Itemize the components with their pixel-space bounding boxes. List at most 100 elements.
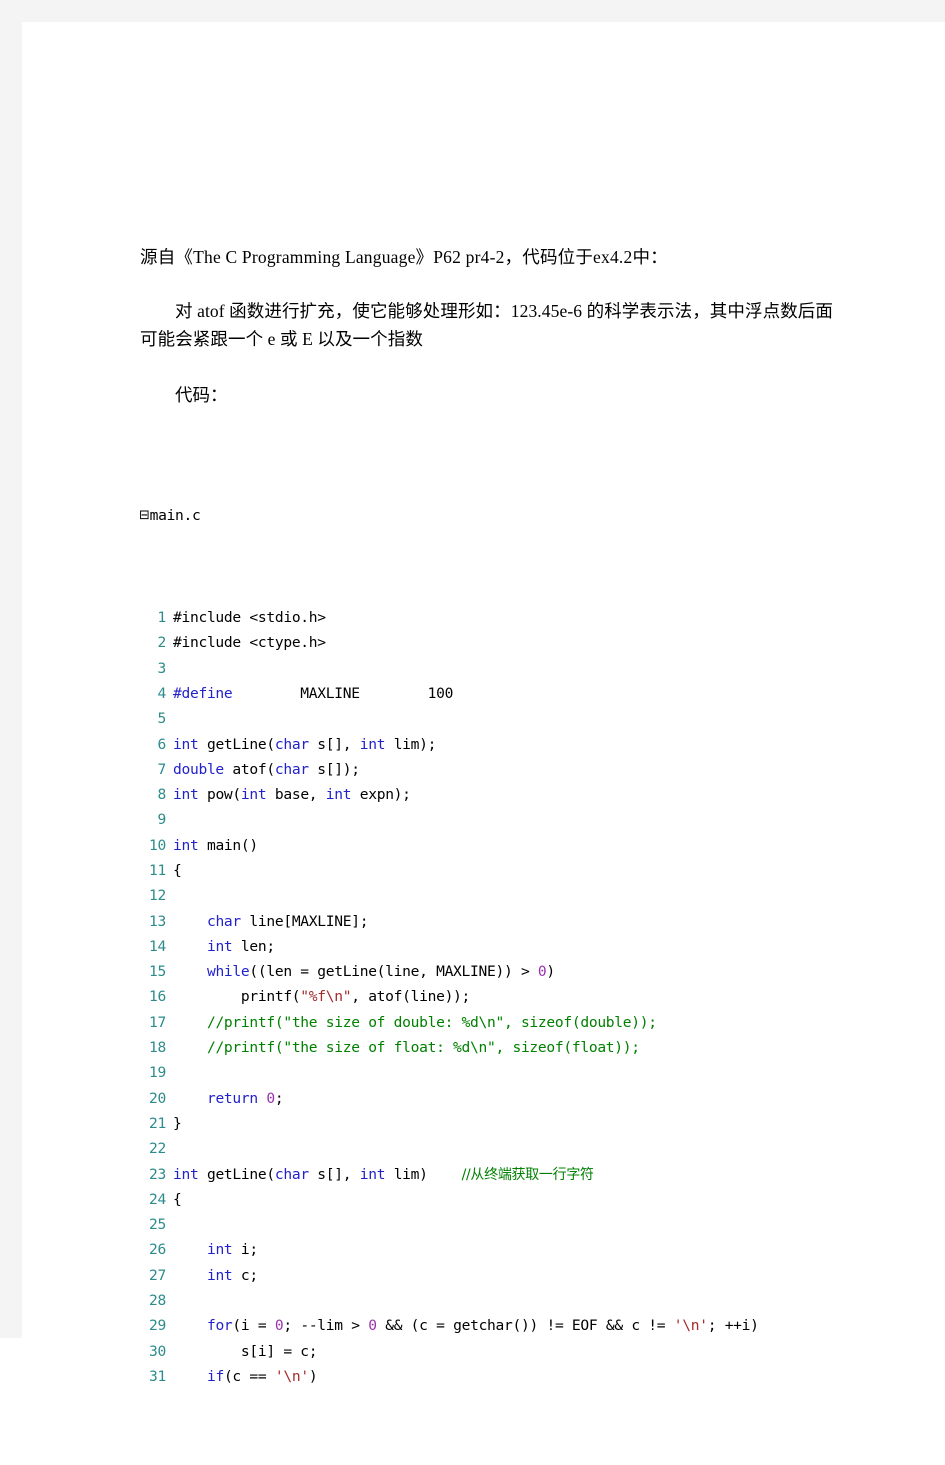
code-token-kw: int bbox=[173, 1165, 199, 1183]
code-token-plain: { bbox=[173, 861, 182, 879]
code-line-text: printf("%f\n", atof(line)); bbox=[173, 988, 470, 1005]
code-line-number: 16 bbox=[149, 988, 166, 1006]
code-line-number: 21 bbox=[149, 1114, 166, 1132]
code-line-number: 18 bbox=[149, 1039, 166, 1057]
problem-statement-paragraph: 对 atof 函数进行扩充，使它能够处理形如：123.45e-6 的科学表示法，… bbox=[140, 301, 833, 350]
code-token-kw: int bbox=[240, 786, 267, 804]
code-line-text: int len; bbox=[173, 938, 275, 955]
code-token-plain: expn); bbox=[351, 786, 411, 804]
code-token-str: "%f\n" bbox=[300, 988, 352, 1006]
code-line-text: return 0; bbox=[173, 1089, 284, 1107]
code-line-text: double atof(char s[]); bbox=[173, 761, 360, 778]
code-token-kw: while bbox=[206, 963, 250, 981]
code-token-plain: #include bbox=[173, 634, 250, 652]
code-line-number: 29 bbox=[149, 1317, 166, 1335]
code-line-number: 14 bbox=[149, 937, 166, 955]
code-token-plain: lim); bbox=[385, 735, 437, 753]
code-token-plain: c; bbox=[232, 1266, 258, 1284]
code-token-plain: <ctype.h> bbox=[249, 634, 326, 652]
code-line-number: 23 bbox=[149, 1165, 166, 1183]
code-token-cmt: //printf("the size of double: %d\n", siz… bbox=[206, 1013, 657, 1031]
code-line-text: #include <stdio.h> bbox=[173, 609, 326, 626]
code-line: 7 double atof(char s[]); bbox=[140, 757, 840, 782]
code-token-plain: pow( bbox=[198, 786, 241, 804]
code-line-text: char line[MAXLINE]; bbox=[173, 912, 369, 930]
code-line-text: int pow(int base, int expn); bbox=[173, 786, 411, 803]
code-line-number: 8 bbox=[157, 786, 167, 804]
code-line-text: int c; bbox=[173, 1267, 258, 1284]
code-token-kw: char bbox=[206, 912, 241, 930]
code-token-kw: int bbox=[173, 735, 199, 753]
code-token-cmt: //printf("the size of float: %d\n", size… bbox=[206, 1039, 640, 1057]
code-token-plain: { bbox=[173, 1190, 182, 1208]
code-line-text: int main() bbox=[173, 837, 258, 854]
code-line: 3 bbox=[140, 656, 840, 681]
code-line-number: 19 bbox=[149, 1064, 166, 1082]
intro-line: 源自《The C Programming Language》P62 pr4-2，… bbox=[140, 247, 668, 267]
code-token-kw: double bbox=[173, 760, 224, 778]
code-line: 18 //printf("the size of float: %d\n", s… bbox=[140, 1035, 840, 1060]
code-line-text: for(i = 0; --lim > 0 && (c = getchar()) … bbox=[173, 1317, 759, 1334]
code-token-kw: char bbox=[274, 735, 309, 753]
code-line-number: 10 bbox=[149, 836, 166, 854]
code-line-number: 24 bbox=[149, 1190, 166, 1208]
document-page: 源自《The C Programming Language》P62 pr4-2，… bbox=[22, 22, 945, 1385]
code-token-kw: int bbox=[206, 1266, 233, 1284]
code-listing: ⊟main.c 1 #include <stdio.h> 2 #include <ct… bbox=[139, 427, 840, 1465]
code-token-kw: int bbox=[173, 786, 199, 804]
code-token-plain: , atof(line)); bbox=[351, 988, 471, 1006]
code-filename: main.c bbox=[149, 506, 201, 524]
code-line-number: 13 bbox=[149, 912, 166, 930]
fold-collapse-icon[interactable]: ⊟ bbox=[139, 509, 150, 522]
code-line: 2 #include <ctype.h> bbox=[140, 630, 840, 655]
code-line-number: 31 bbox=[149, 1367, 166, 1385]
code-line-text: int getLine(char s[], int lim); bbox=[173, 736, 436, 753]
code-token-cmt-cjk: //从终端获取一行字符 bbox=[461, 1166, 594, 1183]
code-token-plain: ; bbox=[274, 1089, 284, 1107]
code-line-number: 5 bbox=[157, 710, 167, 728]
code-line: 5 bbox=[140, 706, 840, 731]
code-token-plain: printf( bbox=[173, 988, 301, 1006]
code-line-text: int getLine(char s[], int lim) //从终端获取一行… bbox=[173, 1166, 594, 1183]
code-line-number: 17 bbox=[149, 1013, 166, 1031]
code-token-plain: i; bbox=[232, 1241, 258, 1259]
code-line: 24 { bbox=[140, 1187, 840, 1212]
code-line-text: } bbox=[173, 1115, 182, 1132]
code-line: 14 int len; bbox=[140, 934, 840, 959]
code-token-plain: ((len = getLine(line, MAXLINE)) > bbox=[249, 963, 538, 981]
code-lines-container: 1 #include <stdio.h> 2 #include <ctype.h> 3 4… bbox=[140, 605, 840, 1389]
code-section-label: 代码： bbox=[175, 384, 228, 405]
code-token-str: '\n' bbox=[274, 1367, 309, 1385]
code-line: 21} bbox=[140, 1111, 840, 1136]
document-content: 源自《The C Programming Language》P62 pr4-2，… bbox=[139, 244, 840, 1465]
code-token-plain: && (c = getchar()) != EOF && c != bbox=[376, 1317, 674, 1335]
code-token-plain: ; --lim > bbox=[283, 1317, 369, 1335]
code-line-number: 25 bbox=[149, 1216, 166, 1234]
code-token-kw: if bbox=[206, 1367, 224, 1385]
code-token-kw: int bbox=[173, 836, 199, 854]
code-line-number: 11 bbox=[149, 861, 166, 879]
code-token-plain: atof( bbox=[223, 760, 275, 778]
page-background: 源自《The C Programming Language》P62 pr4-2，… bbox=[0, 0, 945, 1385]
code-line-number: 7 bbox=[157, 760, 167, 778]
code-line-text: { bbox=[173, 862, 182, 879]
code-line: 10 int main() bbox=[140, 833, 840, 858]
code-token-plain: len; bbox=[232, 937, 275, 955]
code-line-text: //printf("the size of double: %d\n", siz… bbox=[173, 1014, 657, 1031]
code-line: 4 #define MAXLINE 100 bbox=[140, 681, 840, 706]
code-token-kw: char bbox=[274, 760, 309, 778]
code-line: 19 bbox=[140, 1060, 840, 1085]
code-line-number: 6 bbox=[157, 735, 167, 753]
code-line-number: 20 bbox=[149, 1089, 166, 1107]
code-line: 15 while((len = getLine(line, MAXLINE)) … bbox=[140, 959, 840, 984]
code-line-number: 3 bbox=[157, 659, 167, 677]
code-line-text: s[i] = c; bbox=[173, 1343, 318, 1360]
code-token-kw: int bbox=[206, 1241, 233, 1259]
